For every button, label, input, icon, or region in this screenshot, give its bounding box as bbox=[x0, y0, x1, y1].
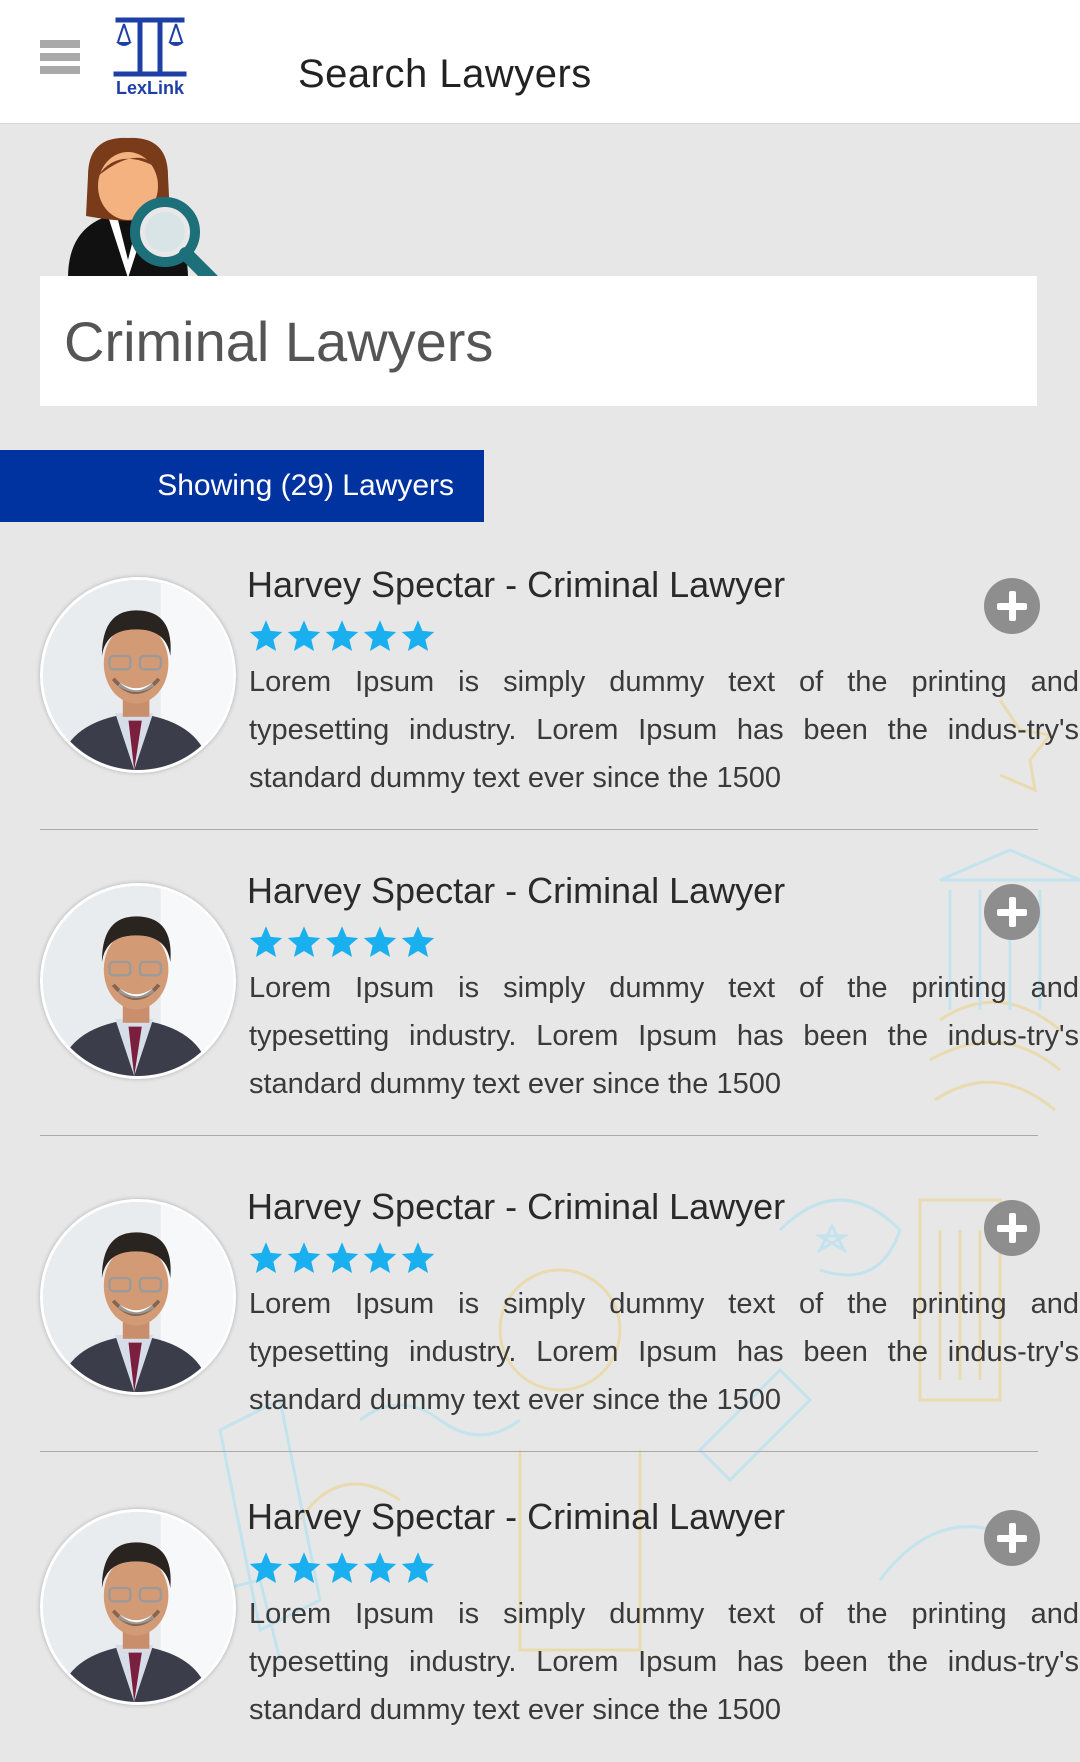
lawyer-portrait bbox=[43, 1512, 233, 1702]
lawyer-description: Lorem Ipsum is simply dummy text of the … bbox=[249, 972, 1079, 1100]
star-icon bbox=[287, 926, 321, 957]
star-icon bbox=[249, 1552, 283, 1583]
lawyer-name: Harvey Spectar - Criminal Lawyer bbox=[247, 870, 786, 911]
add-lawyer-button[interactable] bbox=[984, 1510, 1040, 1566]
page-title: Search Lawyers bbox=[298, 52, 592, 96]
lawyer-portrait bbox=[43, 886, 233, 1076]
lawyer-name: Harvey Spectar - Criminal Lawyer bbox=[247, 1186, 786, 1227]
add-lawyer-button[interactable] bbox=[984, 578, 1040, 634]
lawyer-description: Lorem Ipsum is simply dummy text of the … bbox=[249, 1288, 1079, 1416]
lawyer-list-item[interactable]: Harvey Spectar - Criminal Lawyer Lorem I… bbox=[40, 540, 1079, 830]
star-icon bbox=[249, 1242, 283, 1273]
lawyer-avatar bbox=[40, 577, 236, 773]
lawyer-description: Lorem Ipsum is simply dummy text of the … bbox=[249, 666, 1079, 794]
star-icon bbox=[287, 1552, 321, 1583]
star-icon bbox=[363, 1242, 397, 1273]
star-icon bbox=[325, 926, 359, 957]
rating-stars bbox=[248, 1550, 436, 1586]
star-icon bbox=[363, 1552, 397, 1583]
lawyer-portrait bbox=[43, 580, 233, 770]
star-icon bbox=[401, 1552, 435, 1583]
lawyer-name: Harvey Spectar - Criminal Lawyer bbox=[247, 564, 786, 605]
star-icon bbox=[401, 620, 435, 651]
lawyer-avatar bbox=[40, 883, 236, 1079]
lawyer-search-icon bbox=[62, 136, 222, 287]
scales-of-justice-icon bbox=[113, 17, 187, 77]
lawyer-description: Lorem Ipsum is simply dummy text of the … bbox=[249, 1598, 1079, 1726]
star-icon bbox=[249, 620, 283, 651]
results-count-label: Showing (29) Lawyers bbox=[157, 469, 454, 502]
rating-stars bbox=[248, 1240, 436, 1276]
star-icon bbox=[325, 1552, 359, 1583]
rating-stars bbox=[248, 924, 436, 960]
results-count-badge: Showing (29) Lawyers bbox=[0, 450, 484, 522]
star-icon bbox=[401, 926, 435, 957]
search-input[interactable] bbox=[40, 276, 1037, 406]
lawyer-name: Harvey Spectar - Criminal Lawyer bbox=[247, 1496, 786, 1537]
star-icon bbox=[363, 620, 397, 651]
lexlink-logo[interactable]: LexLink bbox=[112, 16, 188, 100]
star-icon bbox=[287, 620, 321, 651]
star-icon bbox=[401, 1242, 435, 1273]
lawyer-list-item[interactable]: Harvey Spectar - Criminal Lawyer Lorem I… bbox=[40, 1472, 1079, 1762]
rating-stars bbox=[248, 618, 436, 654]
lawyer-list-item[interactable]: Harvey Spectar - Criminal Lawyer Lorem I… bbox=[40, 846, 1079, 1136]
star-icon bbox=[249, 926, 283, 957]
star-icon bbox=[287, 1242, 321, 1273]
star-icon bbox=[363, 926, 397, 957]
logo-text: LexLink bbox=[115, 78, 185, 98]
lawyer-avatar bbox=[40, 1199, 236, 1395]
star-icon bbox=[325, 1242, 359, 1273]
star-icon bbox=[325, 620, 359, 651]
lawyer-portrait bbox=[43, 1202, 233, 1392]
lawyer-list-item[interactable]: Harvey Spectar - Criminal Lawyer Lorem I… bbox=[40, 1162, 1079, 1452]
add-lawyer-button[interactable] bbox=[984, 1200, 1040, 1256]
add-lawyer-button[interactable] bbox=[984, 884, 1040, 940]
app-header: LexLink Search Lawyers bbox=[0, 0, 1080, 124]
lawyer-avatar bbox=[40, 1509, 236, 1705]
menu-icon[interactable] bbox=[40, 40, 80, 80]
